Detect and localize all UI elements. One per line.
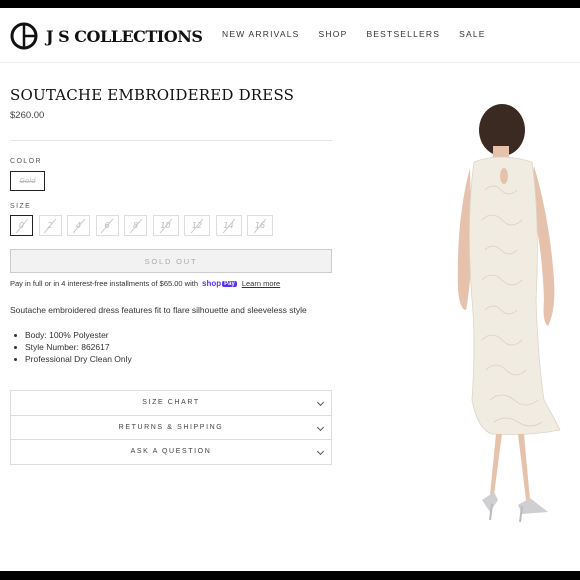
- divider: [10, 140, 332, 141]
- size-label: SIZE: [10, 203, 32, 210]
- brand-logo[interactable]: J S COLLECTIONS: [10, 22, 203, 50]
- color-swatch-label: Gold: [19, 177, 36, 185]
- size-option-2[interactable]: 2: [38, 215, 62, 236]
- size-option-4[interactable]: 4: [67, 215, 90, 236]
- color-label: COLOR: [10, 158, 42, 165]
- shop-pay-logo: shop Pay: [202, 279, 237, 288]
- site-header: J S COLLECTIONS NEW ARRIVALS SHOP BESTSE…: [0, 8, 580, 63]
- accordion-label: SIZE CHART: [142, 399, 200, 407]
- product-description: Soutache embroidered dress features fit …: [10, 305, 307, 315]
- size-options: 0 2 4 6 8 10 12 14 16: [10, 215, 279, 236]
- product-photo[interactable]: [430, 100, 570, 540]
- brand-name: J S COLLECTIONS: [46, 26, 203, 46]
- learn-more-link[interactable]: Learn more: [242, 279, 280, 288]
- detail-item: Professional Dry Clean Only: [14, 354, 132, 364]
- nav-sale[interactable]: SALE: [459, 29, 486, 39]
- chevron-down-icon: [316, 398, 325, 407]
- chevron-down-icon: [316, 423, 325, 431]
- installments-text: Pay in full or in 4 interest-free instal…: [10, 279, 199, 288]
- accordion-ask-question[interactable]: ASK A QUESTION: [10, 440, 332, 465]
- info-accordion: SIZE CHART RETURNS & SHIPPING ASK A QUES…: [10, 390, 332, 465]
- accordion-label: ASK A QUESTION: [130, 448, 212, 456]
- size-option-14[interactable]: 14: [215, 215, 242, 236]
- nav-new-arrivals[interactable]: NEW ARRIVALS: [222, 29, 300, 39]
- size-option-10[interactable]: 10: [152, 215, 179, 236]
- chevron-down-icon: [316, 447, 325, 456]
- size-option-12[interactable]: 12: [184, 215, 210, 236]
- product-details: Body: 100% Polyester Style Number: 86261…: [14, 329, 132, 365]
- main-nav: NEW ARRIVALS SHOP BESTSELLERS SALE: [222, 29, 505, 39]
- color-swatch[interactable]: Gold: [10, 171, 45, 191]
- accordion-returns-shipping[interactable]: RETURNS & SHIPPING: [10, 415, 332, 440]
- detail-item: Style Number: 862617: [14, 341, 132, 353]
- top-bar: [0, 0, 580, 8]
- installments-info: Pay in full or in 4 interest-free instal…: [10, 279, 280, 288]
- accordion-size-chart[interactable]: SIZE CHART: [10, 391, 332, 416]
- js-circle-logo-icon: [10, 22, 38, 50]
- size-option-16[interactable]: 16: [247, 215, 273, 236]
- shop-pay-badge: Pay: [222, 280, 237, 287]
- product-title: SOUTACHE EMBROIDERED DRESS: [10, 86, 295, 104]
- nav-bestsellers[interactable]: BESTSELLERS: [366, 29, 440, 39]
- sold-out-button[interactable]: SOLD OUT: [10, 249, 332, 273]
- product-price: $260.00: [10, 110, 45, 121]
- size-option-0[interactable]: 0: [10, 215, 33, 236]
- detail-item: Body: 100% Polyester: [14, 329, 132, 341]
- bottom-bar: [0, 571, 580, 580]
- size-option-8[interactable]: 8: [124, 215, 147, 236]
- size-option-6[interactable]: 6: [95, 215, 119, 236]
- nav-shop[interactable]: SHOP: [319, 29, 348, 39]
- shop-pay-label: shop: [202, 279, 222, 288]
- accordion-label: RETURNS & SHIPPING: [118, 423, 224, 431]
